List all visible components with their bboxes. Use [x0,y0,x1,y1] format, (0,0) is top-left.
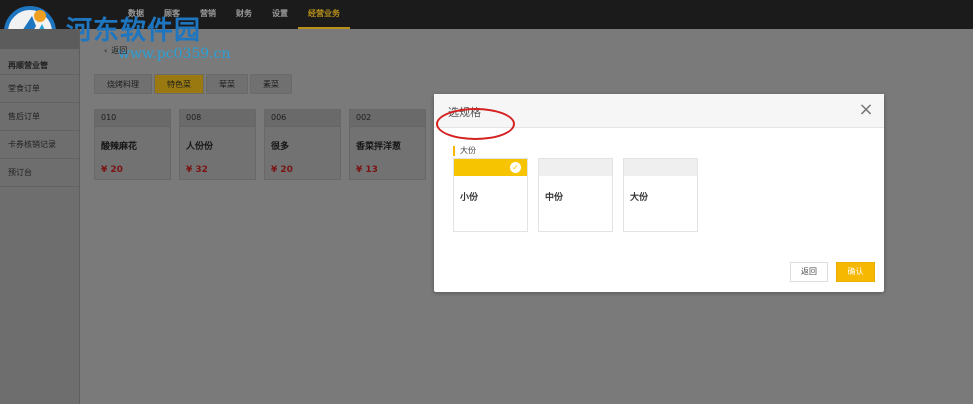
dish-price: ¥ 32 [186,165,208,175]
spec-option-bar [624,159,697,176]
nav-business[interactable]: 经营业务 [298,0,350,29]
sidebar-header [0,29,79,49]
watermark-text: 河东软件园 [66,16,202,46]
watermark-url: www.pc0359.cn [118,46,231,62]
dish-card[interactable]: 010 酸辣麻花 ¥ 20 [94,109,171,180]
dish-card[interactable]: 006 很多 ¥ 20 [264,109,341,180]
dish-name: 很多 [271,142,290,152]
dish-code: 006 [265,110,340,127]
dish-price: ¥ 13 [356,165,378,175]
spec-option-label: 大份 [630,193,649,203]
dish-price: ¥ 20 [271,165,293,175]
close-icon[interactable]: × [856,100,876,120]
spec-option-label: 中份 [545,193,564,203]
sidebar-item-dine-in-orders[interactable]: 堂食订单 [0,75,79,103]
tab-specialty[interactable]: 特色菜 [154,74,204,94]
dish-code: 002 [350,110,425,127]
back-button[interactable]: 返回 [790,262,828,282]
spec-options: ✓ 小份 中份 大份 [453,158,698,232]
spec-option-large[interactable]: 大份 [623,158,698,232]
dish-name: 酸辣麻花 [101,142,138,152]
sidebar-item-business[interactable]: 再顺营业管 [0,49,79,75]
annotation-circle [436,108,515,140]
check-icon: ✓ [510,162,521,173]
sidebar-item-after-sale-orders[interactable]: 售后订单 [0,103,79,131]
sidebar-item-coupon-records[interactable]: 卡券核销记录 [0,131,79,159]
sidebar-item-reservation[interactable]: 预订台 [0,159,79,187]
dish-card[interactable]: 002 香菜拌洋葱 ¥ 13 [349,109,426,180]
dialog-header: 选规格 × [434,94,884,140]
spec-option-bar [539,159,612,176]
nav-finance[interactable]: 财务 [226,0,262,29]
dish-card[interactable]: 008 人份份 ¥ 32 [179,109,256,180]
spec-option-label: 小份 [460,193,479,203]
dish-name: 香菜拌洋葱 [356,142,402,152]
dish-grid: 010 酸辣麻花 ¥ 20 008 人份份 ¥ 32 006 很多 ¥ 20 0… [94,109,426,180]
nav-settings[interactable]: 设置 [262,0,298,29]
dish-price: ¥ 20 [101,165,123,175]
spec-option-medium[interactable]: 中份 [538,158,613,232]
back-label: 返回 [111,46,128,55]
back-link[interactable]: ‹ 返回 [104,45,127,56]
confirm-button[interactable]: 确认 [836,262,875,282]
dialog-title: 选规格 [436,104,515,140]
tab-vegetable[interactable]: 素菜 [250,74,292,94]
chevron-left-icon: ‹ [104,46,108,55]
spec-group-label: 大份 [453,146,476,156]
sidebar: 再顺营业管 堂食订单 售后订单 卡券核销记录 预订台 [0,29,80,404]
spec-dialog: 选规格 × 大份 ✓ 小份 中份 大份 返回 确认 [434,94,884,292]
dish-code: 008 [180,110,255,127]
category-tabs: 烧烤料理 特色菜 荤菜 素菜 [94,74,292,94]
tab-bbq[interactable]: 烧烤料理 [94,74,152,94]
spec-option-small[interactable]: ✓ 小份 [453,158,528,232]
tab-meat[interactable]: 荤菜 [206,74,248,94]
dish-name: 人份份 [186,142,214,152]
dish-code: 010 [95,110,170,127]
